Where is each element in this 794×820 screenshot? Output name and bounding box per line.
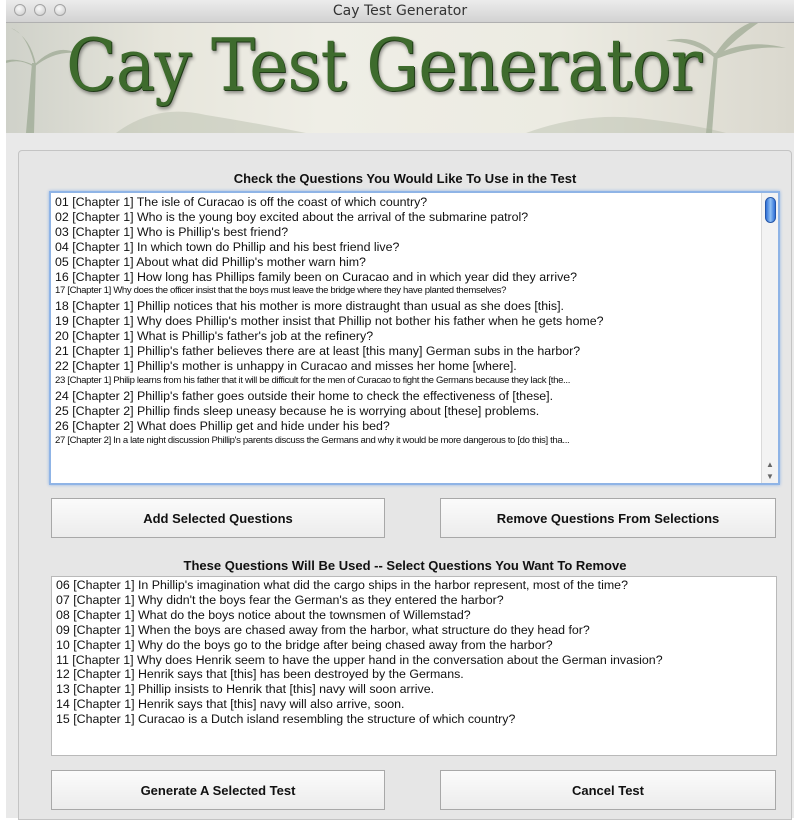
available-questions-heading: Check the Questions You Would Like To Us… [233,171,577,186]
selected-questions-heading: These Questions Will Be Used -- Select Q… [183,558,627,573]
scroll-down-arrow-icon[interactable]: ▼ [762,471,778,483]
question-row[interactable]: 07 [Chapter 1] Why didn't the boys fear … [52,593,776,608]
question-row[interactable]: 12 [Chapter 1] Henrik says that [this] h… [52,667,776,682]
header-banner: Cay Test Generator [6,23,794,133]
generate-test-button[interactable]: Generate A Selected Test [51,770,385,810]
app-window: Cay Test Generator Cay Test Generator Ch… [6,0,794,820]
question-row[interactable]: 13 [Chapter 1] Phillip insists to Henrik… [52,682,776,697]
question-row[interactable]: 14 [Chapter 1] Henrik says that [this] n… [52,697,776,712]
question-row[interactable]: 23 [Chapter 1] Philip learns from his fa… [51,374,760,389]
question-row[interactable]: 09 [Chapter 1] When the boys are chased … [52,623,776,638]
available-questions-list[interactable]: 01 [Chapter 1] The isle of Curacao is of… [49,191,780,485]
window-title: Cay Test Generator [332,3,468,19]
cancel-test-button[interactable]: Cancel Test [440,770,776,810]
selected-questions-list[interactable]: 06 [Chapter 1] In Phillip's imagination … [51,576,777,756]
add-selected-questions-button[interactable]: Add Selected Questions [51,498,385,538]
scrollbar-thumb[interactable] [765,197,776,223]
scroll-up-arrow-icon[interactable]: ▲ [762,459,778,471]
question-row[interactable]: 24 [Chapter 2] Phillip's father goes out… [51,389,760,404]
title-bar: Cay Test Generator [6,0,794,23]
available-list-scrollbar[interactable]: ▲ ▼ [761,193,778,483]
question-row[interactable]: 10 [Chapter 1] Why do the boys go to the… [52,638,776,653]
question-row[interactable]: 15 [Chapter 1] Curacao is a Dutch island… [52,712,776,727]
question-row[interactable]: 05 [Chapter 1] About what did Phillip's … [51,255,760,270]
question-row[interactable]: 02 [Chapter 1] Who is the young boy exci… [51,210,760,225]
question-row[interactable]: 21 [Chapter 1] Phillip's father believes… [51,344,760,359]
app-logo: Cay Test Generator [66,23,702,107]
question-row[interactable]: 06 [Chapter 1] In Phillip's imagination … [52,578,776,593]
question-row[interactable]: 01 [Chapter 1] The isle of Curacao is of… [51,195,760,210]
question-row[interactable]: 08 [Chapter 1] What do the boys notice a… [52,608,776,623]
question-row[interactable]: 16 [Chapter 1] How long has Phillips fam… [51,270,760,285]
remove-questions-button[interactable]: Remove Questions From Selections [440,498,776,538]
question-row[interactable]: 27 [Chapter 2] In a late night discussio… [51,434,760,449]
question-row[interactable]: 17 [Chapter 1] Why does the officer insi… [51,284,760,299]
question-row[interactable]: 20 [Chapter 1] What is Phillip's father'… [51,329,760,344]
question-row[interactable]: 19 [Chapter 1] Why does Phillip's mother… [51,314,760,329]
question-row[interactable]: 25 [Chapter 2] Phillip finds sleep uneas… [51,404,760,419]
question-row[interactable]: 18 [Chapter 1] Phillip notices that his … [51,299,760,314]
main-panel: Check the Questions You Would Like To Us… [18,150,792,820]
question-row[interactable]: 22 [Chapter 1] Phillip's mother is unhap… [51,359,760,374]
question-row[interactable]: 03 [Chapter 1] Who is Phillip's best fri… [51,225,760,240]
question-row[interactable]: 04 [Chapter 1] In which town do Phillip … [51,240,760,255]
question-row[interactable]: 11 [Chapter 1] Why does Henrik seem to h… [52,653,776,668]
question-row[interactable]: 26 [Chapter 2] What does Phillip get and… [51,419,760,434]
